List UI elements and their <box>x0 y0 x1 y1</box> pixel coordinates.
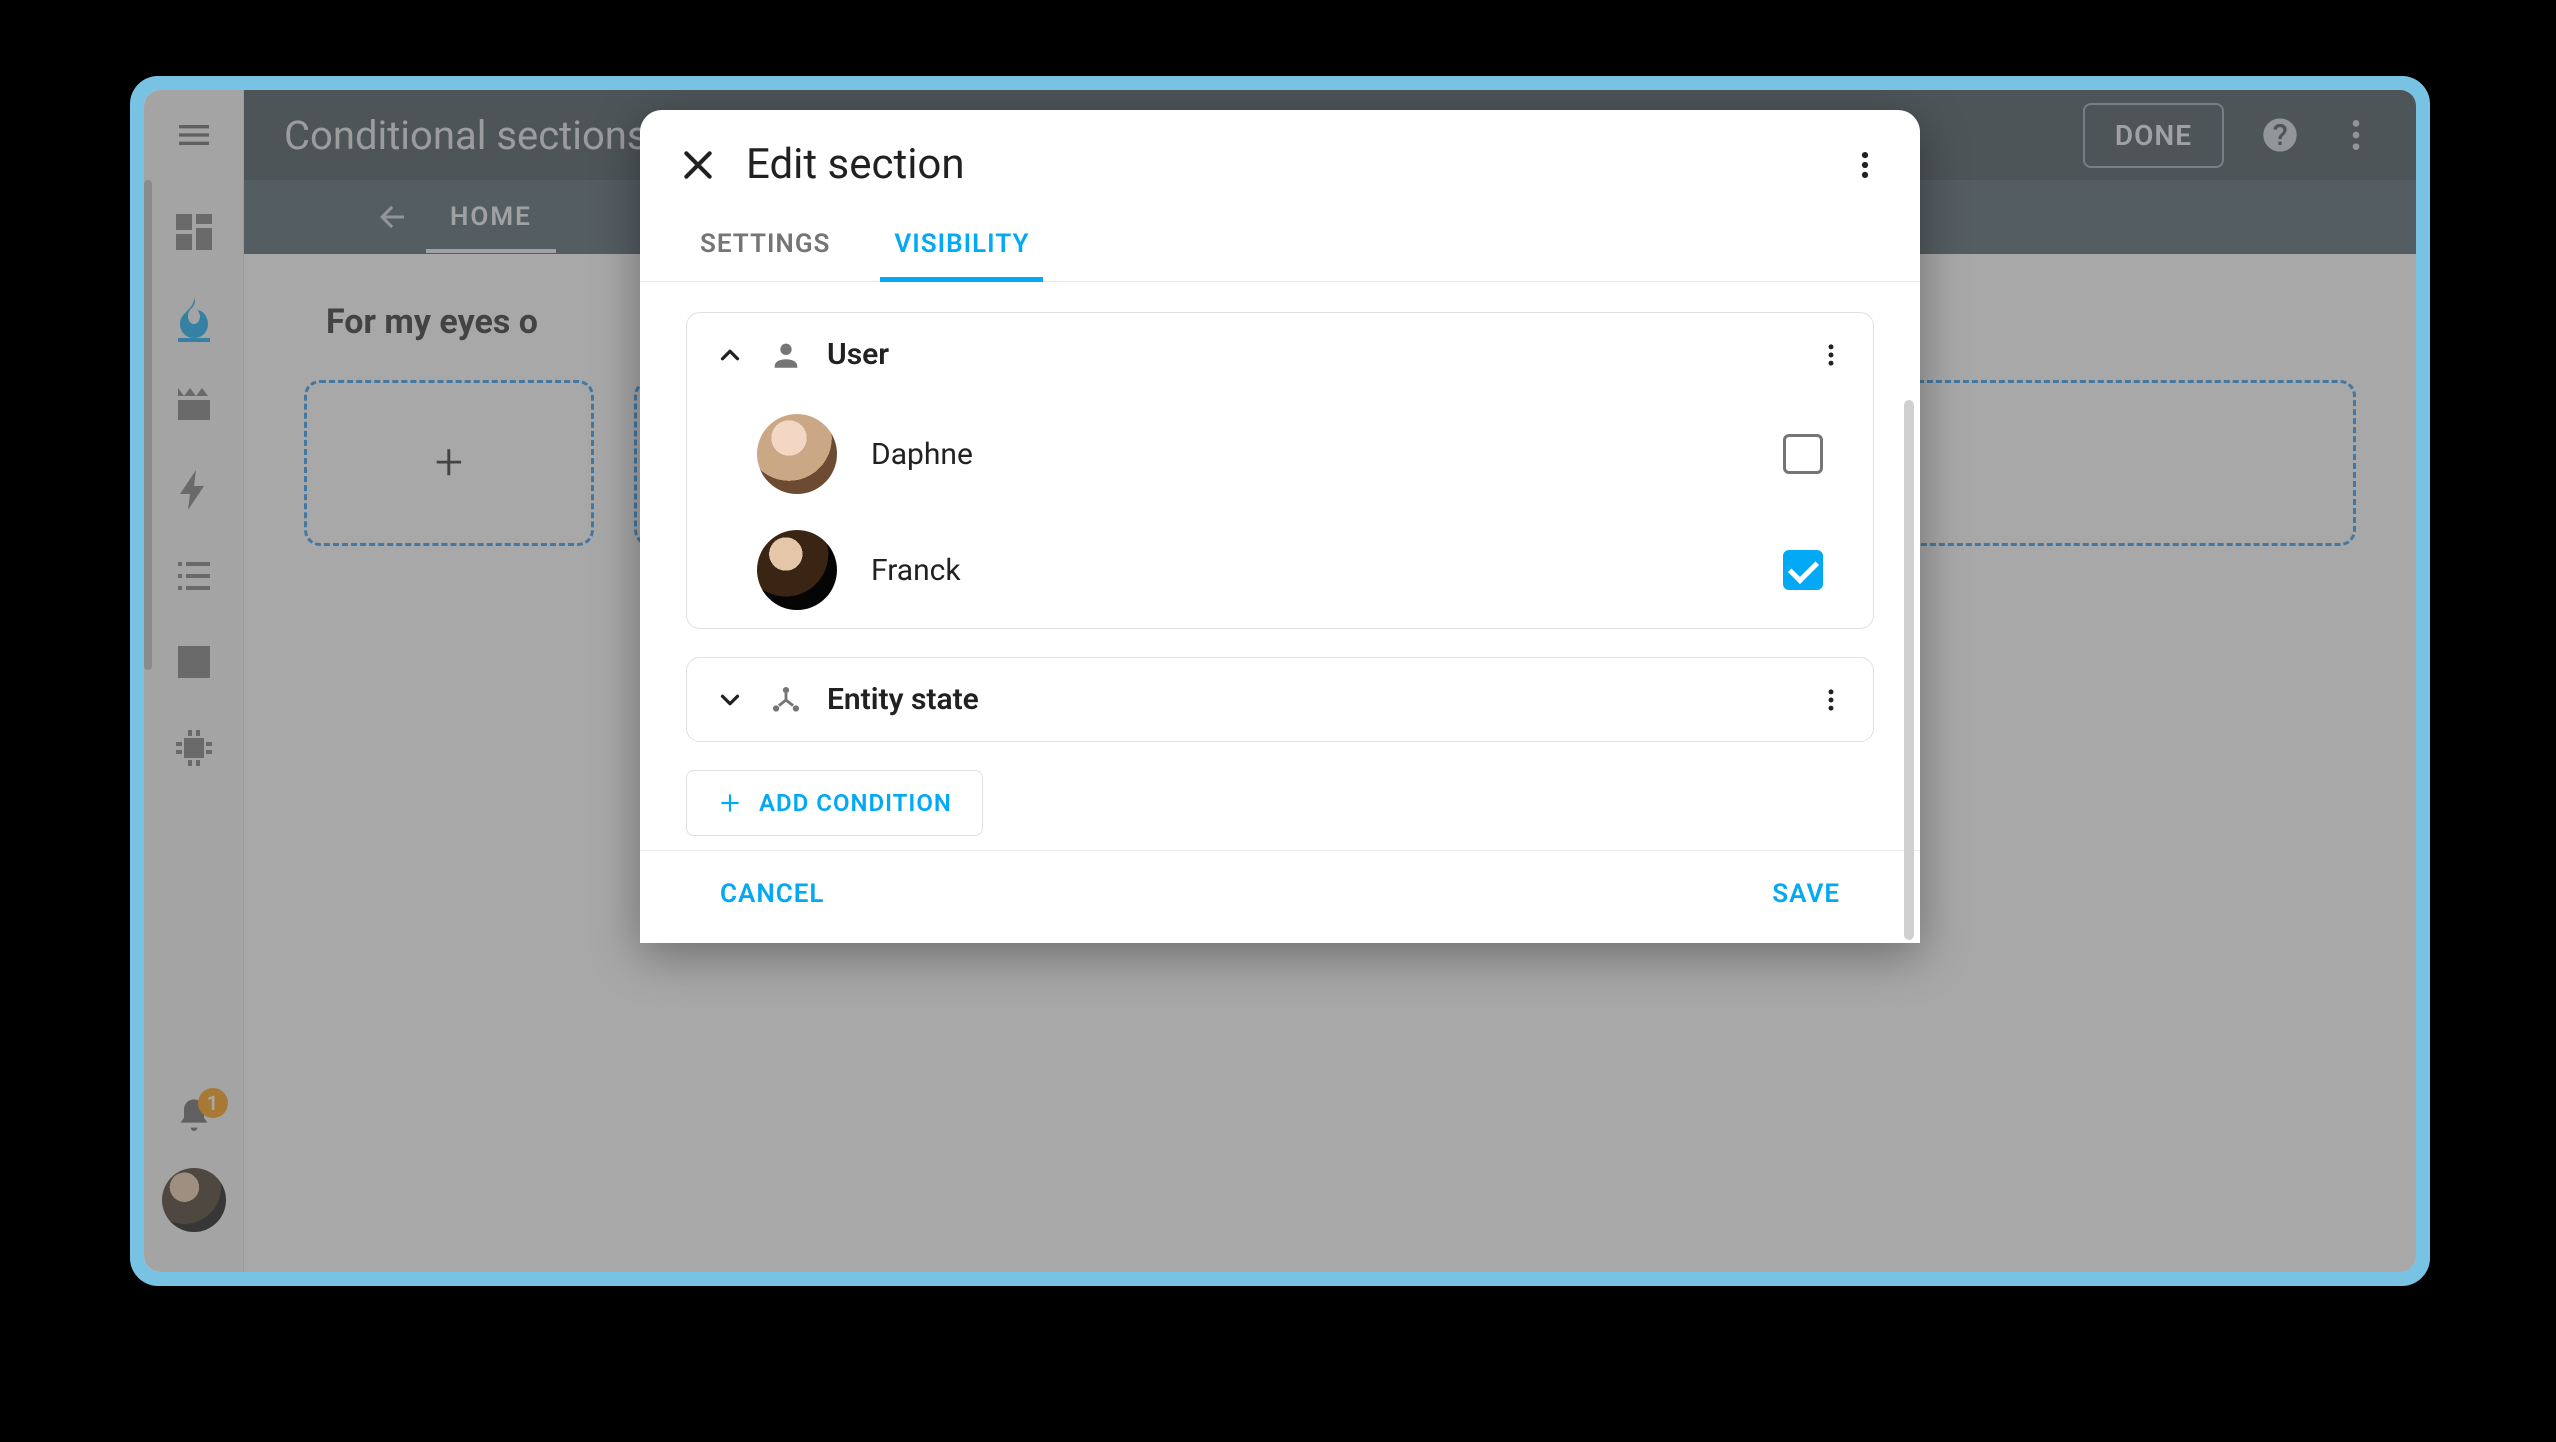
dialog-scrollbar[interactable] <box>1904 400 1914 940</box>
condition-user-title: User <box>827 337 889 372</box>
condition-user-panel: User Daphne Franck <box>686 312 1874 629</box>
dialog-body: User Daphne Franck Enti <box>640 282 1920 850</box>
user-row-daphne: Daphne <box>687 396 1873 512</box>
dialog-overflow-button[interactable] <box>1848 148 1882 182</box>
tab-visibility[interactable]: VISIBILITY <box>890 215 1033 281</box>
user-icon <box>769 338 803 372</box>
cancel-button[interactable]: CANCEL <box>720 879 824 909</box>
chevron-down-icon <box>715 685 745 715</box>
condition-user-overflow[interactable] <box>1817 341 1845 369</box>
plus-icon <box>717 790 743 816</box>
chevron-up-icon <box>715 340 745 370</box>
user-name-label: Franck <box>871 553 961 588</box>
condition-user-header[interactable]: User <box>687 313 1873 396</box>
condition-entity-state-panel: Entity state <box>686 657 1874 742</box>
save-button[interactable]: SAVE <box>1772 879 1840 909</box>
dialog-header: Edit section <box>640 110 1920 199</box>
edit-section-dialog: Edit section SETTINGS VISIBILITY User Da… <box>640 110 1920 943</box>
state-icon <box>769 683 803 717</box>
condition-entity-state-header[interactable]: Entity state <box>687 658 1873 741</box>
condition-entity-state-title: Entity state <box>827 682 979 717</box>
add-condition-button[interactable]: ADD CONDITION <box>686 770 983 836</box>
dialog-title: Edit section <box>746 140 965 189</box>
user-checkbox-daphne[interactable] <box>1783 434 1823 474</box>
add-condition-label: ADD CONDITION <box>759 789 952 817</box>
close-dialog-button[interactable] <box>678 145 718 185</box>
avatar <box>757 414 837 494</box>
dialog-footer: CANCEL SAVE <box>640 850 1920 943</box>
dialog-tabs: SETTINGS VISIBILITY <box>640 199 1920 282</box>
avatar <box>757 530 837 610</box>
user-row-franck: Franck <box>687 512 1873 628</box>
user-checkbox-franck[interactable] <box>1783 550 1823 590</box>
condition-entity-state-overflow[interactable] <box>1817 686 1845 714</box>
user-name-label: Daphne <box>871 437 973 472</box>
tab-settings[interactable]: SETTINGS <box>696 215 834 281</box>
